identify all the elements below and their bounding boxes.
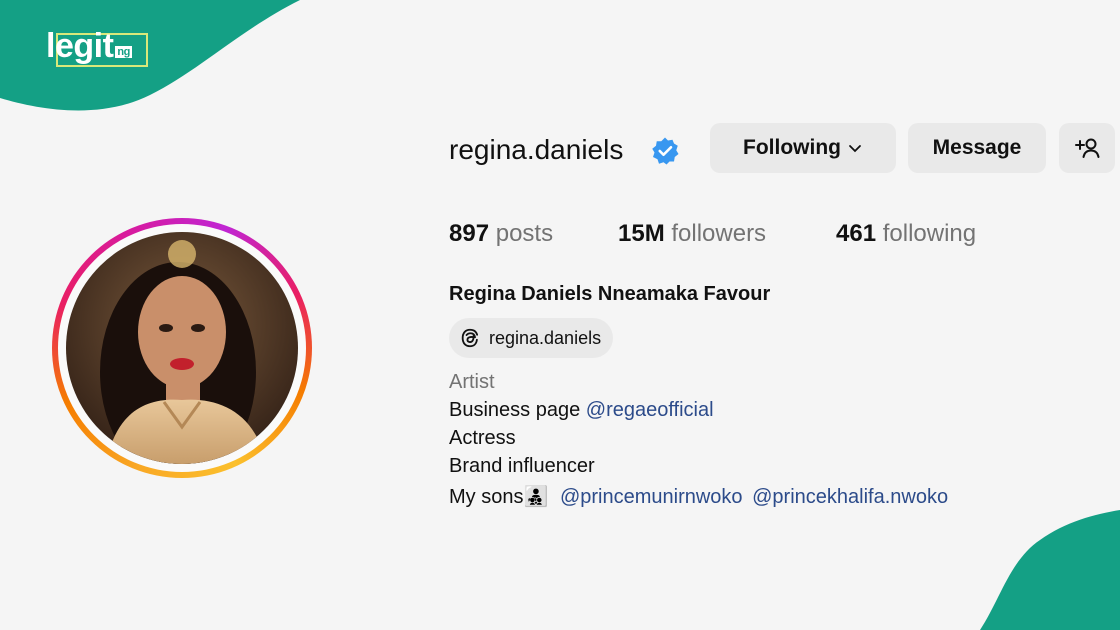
chevron-down-icon — [849, 145, 861, 153]
bio-line-sons: My sons👨‍👧‍👦 @princemunirnwoko @princekh… — [449, 486, 949, 508]
bio-line-business: Business page @regaeofficial — [449, 399, 714, 421]
bio-line-influencer: Brand influencer — [449, 455, 595, 477]
avatar-story-ring[interactable] — [52, 218, 312, 478]
mention-link[interactable]: @princekhalifa.nwoko — [752, 486, 948, 508]
following-stat[interactable]: 461 following — [836, 220, 976, 248]
add-user-button[interactable] — [1059, 123, 1115, 173]
following-count: 461 — [836, 220, 877, 247]
avatar-photo — [66, 232, 298, 464]
message-button[interactable]: Message — [908, 123, 1046, 173]
message-button-label: Message — [932, 136, 1022, 159]
threads-handle: regina.daniels — [489, 327, 602, 348]
followers-count: 15M — [618, 220, 665, 247]
followers-label: followers — [671, 220, 767, 247]
mention-link[interactable]: @princemunirnwoko — [560, 486, 743, 508]
posts-label: posts — [495, 220, 554, 247]
verified-badge-icon — [652, 137, 679, 165]
following-button[interactable]: Following — [710, 123, 896, 173]
profile-full-name: Regina Daniels Nneamaka Favour — [449, 283, 771, 305]
followers-stat[interactable]: 15M followers — [618, 220, 766, 248]
logo-text: legit — [46, 27, 114, 65]
threads-icon — [461, 328, 479, 348]
threads-link[interactable]: regina.daniels — [449, 318, 614, 358]
following-button-label: Following — [743, 136, 841, 159]
avatar[interactable] — [66, 232, 298, 464]
following-label: following — [882, 220, 977, 247]
bio-line-actress: Actress — [449, 427, 516, 449]
profile-username: regina.daniels — [449, 134, 624, 165]
posts-count: 897 — [449, 220, 490, 247]
person-plus-icon — [1075, 138, 1100, 158]
logo-sub: ng — [115, 46, 132, 58]
family-emoji-icon: 👨‍👧‍👦 — [523, 486, 549, 508]
bio-category: Artist — [449, 371, 495, 393]
legit-logo: legit ng — [46, 27, 132, 66]
corner-decoration-bottom — [980, 510, 1120, 630]
mention-link[interactable]: @regaeofficial — [586, 399, 714, 421]
posts-stat: 897 posts — [449, 220, 553, 248]
